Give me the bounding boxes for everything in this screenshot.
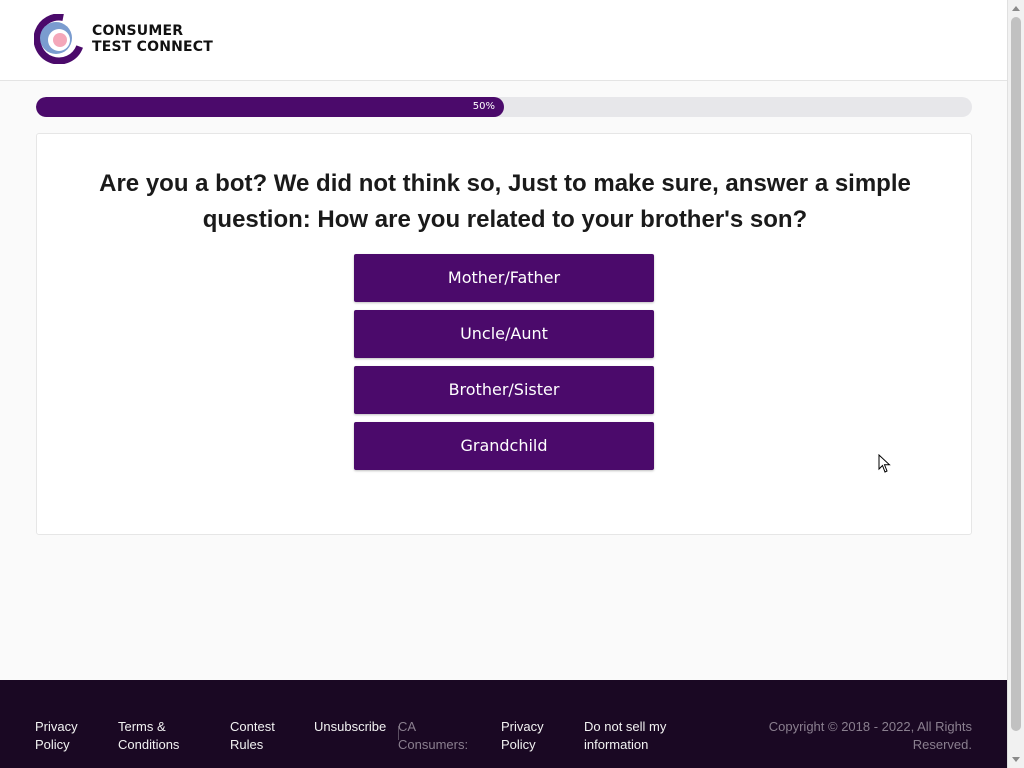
answer-button-uncle-aunt[interactable]: Uncle/Aunt — [354, 310, 654, 358]
mouse-cursor-icon — [878, 454, 891, 473]
question-card: Are you a bot? We did not think so, Just… — [36, 133, 972, 535]
brand-name: CONSUMER TEST CONNECT — [92, 23, 213, 55]
answer-button-mother-father[interactable]: Mother/Father — [354, 254, 654, 302]
brand-logo-link[interactable]: CONSUMER TEST CONNECT — [34, 14, 213, 64]
footer-ca-consumers-label: CA Consumers: — [398, 719, 469, 752]
footer-terms-link[interactable]: Terms & Conditions — [118, 718, 208, 754]
footer-unsubscribe-link[interactable]: Unsubscribe — [314, 718, 398, 736]
footer-contest-rules-link[interactable]: Contest Rules — [230, 718, 290, 754]
brand-logo-icon — [34, 14, 84, 64]
progress-label: 50% — [472, 101, 495, 112]
page: CONSUMER TEST CONNECT 50% Are you a bot?… — [0, 0, 1007, 768]
footer-ca-privacy-policy-link[interactable]: Privacy Policy — [501, 718, 561, 754]
answer-button-grandchild[interactable]: Grandchild — [354, 422, 654, 470]
answer-button-brother-sister[interactable]: Brother/Sister — [354, 366, 654, 414]
answer-list: Mother/Father Uncle/Aunt Brother/Sister … — [354, 254, 654, 478]
brand-name-line1: CONSUMER — [92, 23, 184, 39]
progress-bar-fill: 50% — [36, 97, 504, 117]
question-text: Are you a bot? We did not think so, Just… — [99, 170, 911, 233]
footer-privacy-policy-link[interactable]: Privacy Policy — [35, 718, 115, 754]
site-header: CONSUMER TEST CONNECT — [0, 0, 1007, 81]
progress-bar: 50% — [36, 97, 972, 117]
scroll-down-arrow-icon[interactable] — [1012, 757, 1020, 762]
site-footer: Privacy Policy Terms & Conditions Contes… — [0, 680, 1007, 768]
footer-do-not-sell-link[interactable]: Do not sell my information — [584, 718, 684, 754]
scrollbar-thumb[interactable] — [1011, 17, 1021, 731]
footer-copyright: Copyright © 2018 - 2022, All Rights Rese… — [768, 719, 972, 752]
brand-name-line2: TEST CONNECT — [92, 39, 214, 55]
scroll-up-arrow-icon[interactable] — [1012, 6, 1020, 11]
vertical-scrollbar[interactable] — [1007, 0, 1024, 768]
